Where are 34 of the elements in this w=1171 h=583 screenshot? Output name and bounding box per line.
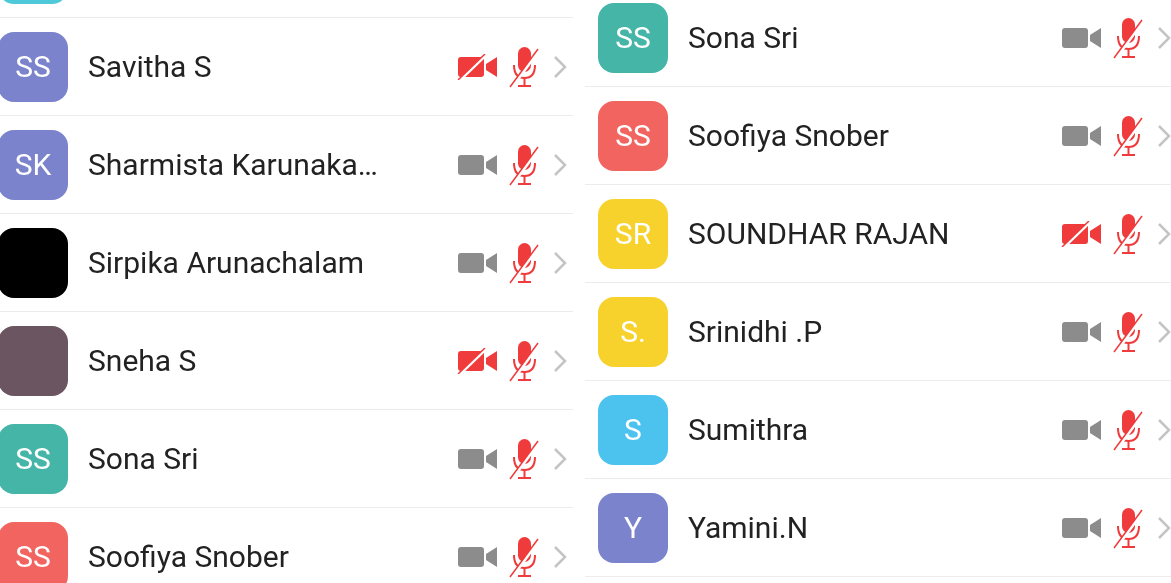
participant-name: Savitha S bbox=[88, 48, 213, 86]
chevron-right-icon[interactable] bbox=[1157, 515, 1171, 540]
chevron-right-icon[interactable] bbox=[1157, 123, 1171, 148]
participant-name: Sneha S bbox=[88, 342, 198, 380]
avatar: SS bbox=[0, 31, 68, 102]
avatar: S. bbox=[598, 296, 668, 367]
chevron-right-icon[interactable] bbox=[1157, 319, 1171, 344]
chevron-right-icon[interactable] bbox=[553, 446, 567, 471]
participant-name: Soofiya Snober bbox=[88, 538, 290, 576]
avatar: SR bbox=[598, 198, 668, 269]
chevron-right-icon[interactable] bbox=[1157, 417, 1171, 442]
chevron-right-icon[interactable] bbox=[553, 54, 567, 79]
chevron-right-icon[interactable] bbox=[553, 250, 567, 275]
chevron-right-icon[interactable] bbox=[553, 544, 567, 569]
participant-name: Sharmista Karunaka… bbox=[88, 146, 379, 184]
participant-name: Yamini.N bbox=[688, 509, 810, 547]
avatar: SS bbox=[0, 521, 68, 583]
chevron-right-icon[interactable] bbox=[1157, 221, 1171, 246]
chevron-right-icon[interactable] bbox=[1157, 25, 1171, 50]
participant-name: Soofiya Snober bbox=[688, 117, 890, 155]
chevron-right-icon[interactable] bbox=[553, 348, 567, 373]
avatar: SS bbox=[598, 100, 668, 171]
avatar: SK bbox=[0, 129, 68, 200]
participant-name: Sirpika Arunachalam bbox=[88, 244, 365, 282]
participant-name: Sona Sri bbox=[88, 440, 200, 478]
avatar: SS bbox=[598, 2, 668, 73]
avatar: S bbox=[598, 394, 668, 465]
chevron-right-icon[interactable] bbox=[553, 152, 567, 177]
avatar: SS bbox=[0, 423, 68, 494]
avatar: Y bbox=[598, 492, 668, 563]
participant-name: Sona Sri bbox=[688, 19, 800, 57]
participant-name: SOUNDHAR RAJAN bbox=[688, 215, 951, 253]
participant-name: Sumithra bbox=[688, 411, 810, 449]
participant-name: Srinidhi .P bbox=[688, 313, 824, 351]
